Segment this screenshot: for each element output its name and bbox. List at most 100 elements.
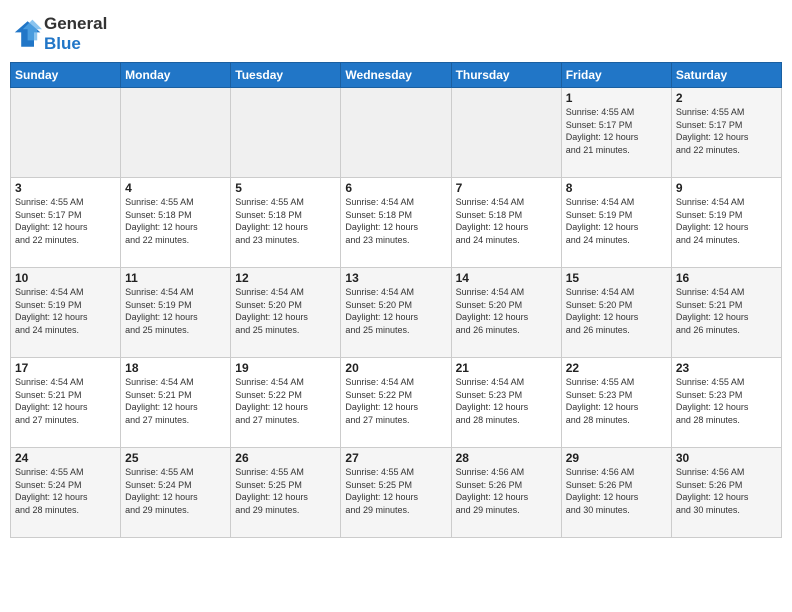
calendar-week-5: 24Sunrise: 4:55 AM Sunset: 5:24 PM Dayli… bbox=[11, 448, 782, 538]
day-info: Sunrise: 4:56 AM Sunset: 5:26 PM Dayligh… bbox=[676, 466, 777, 516]
day-number: 12 bbox=[235, 271, 336, 285]
day-number: 26 bbox=[235, 451, 336, 465]
calendar-cell bbox=[121, 88, 231, 178]
day-info: Sunrise: 4:55 AM Sunset: 5:25 PM Dayligh… bbox=[235, 466, 336, 516]
calendar-cell: 1Sunrise: 4:55 AM Sunset: 5:17 PM Daylig… bbox=[561, 88, 671, 178]
calendar-cell: 30Sunrise: 4:56 AM Sunset: 5:26 PM Dayli… bbox=[671, 448, 781, 538]
calendar-cell: 13Sunrise: 4:54 AM Sunset: 5:20 PM Dayli… bbox=[341, 268, 451, 358]
calendar-cell: 3Sunrise: 4:55 AM Sunset: 5:17 PM Daylig… bbox=[11, 178, 121, 268]
day-info: Sunrise: 4:54 AM Sunset: 5:21 PM Dayligh… bbox=[125, 376, 226, 426]
day-info: Sunrise: 4:55 AM Sunset: 5:23 PM Dayligh… bbox=[676, 376, 777, 426]
day-number: 8 bbox=[566, 181, 667, 195]
weekday-header-row: SundayMondayTuesdayWednesdayThursdayFrid… bbox=[11, 63, 782, 88]
calendar-cell: 17Sunrise: 4:54 AM Sunset: 5:21 PM Dayli… bbox=[11, 358, 121, 448]
weekday-monday: Monday bbox=[121, 63, 231, 88]
calendar-cell: 29Sunrise: 4:56 AM Sunset: 5:26 PM Dayli… bbox=[561, 448, 671, 538]
day-number: 6 bbox=[345, 181, 446, 195]
calendar-cell: 21Sunrise: 4:54 AM Sunset: 5:23 PM Dayli… bbox=[451, 358, 561, 448]
day-number: 1 bbox=[566, 91, 667, 105]
day-info: Sunrise: 4:54 AM Sunset: 5:20 PM Dayligh… bbox=[566, 286, 667, 336]
day-number: 16 bbox=[676, 271, 777, 285]
day-info: Sunrise: 4:55 AM Sunset: 5:17 PM Dayligh… bbox=[676, 106, 777, 156]
calendar-cell: 20Sunrise: 4:54 AM Sunset: 5:22 PM Dayli… bbox=[341, 358, 451, 448]
calendar-cell: 14Sunrise: 4:54 AM Sunset: 5:20 PM Dayli… bbox=[451, 268, 561, 358]
calendar-cell bbox=[231, 88, 341, 178]
weekday-sunday: Sunday bbox=[11, 63, 121, 88]
day-info: Sunrise: 4:56 AM Sunset: 5:26 PM Dayligh… bbox=[456, 466, 557, 516]
day-info: Sunrise: 4:55 AM Sunset: 5:17 PM Dayligh… bbox=[566, 106, 667, 156]
calendar-cell: 4Sunrise: 4:55 AM Sunset: 5:18 PM Daylig… bbox=[121, 178, 231, 268]
day-info: Sunrise: 4:55 AM Sunset: 5:18 PM Dayligh… bbox=[125, 196, 226, 246]
calendar-week-1: 1Sunrise: 4:55 AM Sunset: 5:17 PM Daylig… bbox=[11, 88, 782, 178]
day-number: 3 bbox=[15, 181, 116, 195]
calendar-cell: 23Sunrise: 4:55 AM Sunset: 5:23 PM Dayli… bbox=[671, 358, 781, 448]
calendar-cell: 15Sunrise: 4:54 AM Sunset: 5:20 PM Dayli… bbox=[561, 268, 671, 358]
calendar-cell: 2Sunrise: 4:55 AM Sunset: 5:17 PM Daylig… bbox=[671, 88, 781, 178]
page-header: General Blue bbox=[10, 10, 782, 54]
calendar-cell: 10Sunrise: 4:54 AM Sunset: 5:19 PM Dayli… bbox=[11, 268, 121, 358]
day-number: 20 bbox=[345, 361, 446, 375]
calendar-cell: 8Sunrise: 4:54 AM Sunset: 5:19 PM Daylig… bbox=[561, 178, 671, 268]
calendar-week-2: 3Sunrise: 4:55 AM Sunset: 5:17 PM Daylig… bbox=[11, 178, 782, 268]
calendar-cell: 5Sunrise: 4:55 AM Sunset: 5:18 PM Daylig… bbox=[231, 178, 341, 268]
day-number: 27 bbox=[345, 451, 446, 465]
day-info: Sunrise: 4:54 AM Sunset: 5:22 PM Dayligh… bbox=[345, 376, 446, 426]
day-info: Sunrise: 4:55 AM Sunset: 5:24 PM Dayligh… bbox=[125, 466, 226, 516]
day-number: 19 bbox=[235, 361, 336, 375]
day-number: 23 bbox=[676, 361, 777, 375]
day-info: Sunrise: 4:54 AM Sunset: 5:20 PM Dayligh… bbox=[345, 286, 446, 336]
day-number: 11 bbox=[125, 271, 226, 285]
day-info: Sunrise: 4:55 AM Sunset: 5:23 PM Dayligh… bbox=[566, 376, 667, 426]
day-info: Sunrise: 4:54 AM Sunset: 5:21 PM Dayligh… bbox=[15, 376, 116, 426]
day-info: Sunrise: 4:54 AM Sunset: 5:22 PM Dayligh… bbox=[235, 376, 336, 426]
weekday-tuesday: Tuesday bbox=[231, 63, 341, 88]
calendar-cell: 28Sunrise: 4:56 AM Sunset: 5:26 PM Dayli… bbox=[451, 448, 561, 538]
day-number: 21 bbox=[456, 361, 557, 375]
weekday-friday: Friday bbox=[561, 63, 671, 88]
day-number: 24 bbox=[15, 451, 116, 465]
calendar-cell: 6Sunrise: 4:54 AM Sunset: 5:18 PM Daylig… bbox=[341, 178, 451, 268]
day-number: 10 bbox=[15, 271, 116, 285]
calendar-table: SundayMondayTuesdayWednesdayThursdayFrid… bbox=[10, 62, 782, 538]
calendar-cell bbox=[11, 88, 121, 178]
calendar-week-4: 17Sunrise: 4:54 AM Sunset: 5:21 PM Dayli… bbox=[11, 358, 782, 448]
calendar-cell: 12Sunrise: 4:54 AM Sunset: 5:20 PM Dayli… bbox=[231, 268, 341, 358]
calendar-cell: 18Sunrise: 4:54 AM Sunset: 5:21 PM Dayli… bbox=[121, 358, 231, 448]
day-info: Sunrise: 4:55 AM Sunset: 5:24 PM Dayligh… bbox=[15, 466, 116, 516]
day-number: 29 bbox=[566, 451, 667, 465]
day-info: Sunrise: 4:55 AM Sunset: 5:18 PM Dayligh… bbox=[235, 196, 336, 246]
logo-icon bbox=[10, 18, 42, 50]
day-info: Sunrise: 4:54 AM Sunset: 5:20 PM Dayligh… bbox=[235, 286, 336, 336]
weekday-thursday: Thursday bbox=[451, 63, 561, 88]
day-info: Sunrise: 4:54 AM Sunset: 5:19 PM Dayligh… bbox=[676, 196, 777, 246]
day-number: 5 bbox=[235, 181, 336, 195]
calendar-cell: 26Sunrise: 4:55 AM Sunset: 5:25 PM Dayli… bbox=[231, 448, 341, 538]
calendar-cell: 25Sunrise: 4:55 AM Sunset: 5:24 PM Dayli… bbox=[121, 448, 231, 538]
day-number: 13 bbox=[345, 271, 446, 285]
day-info: Sunrise: 4:54 AM Sunset: 5:18 PM Dayligh… bbox=[345, 196, 446, 246]
day-number: 2 bbox=[676, 91, 777, 105]
day-number: 14 bbox=[456, 271, 557, 285]
calendar-cell: 27Sunrise: 4:55 AM Sunset: 5:25 PM Dayli… bbox=[341, 448, 451, 538]
calendar-cell: 7Sunrise: 4:54 AM Sunset: 5:18 PM Daylig… bbox=[451, 178, 561, 268]
day-number: 4 bbox=[125, 181, 226, 195]
day-number: 17 bbox=[15, 361, 116, 375]
calendar-cell: 19Sunrise: 4:54 AM Sunset: 5:22 PM Dayli… bbox=[231, 358, 341, 448]
day-info: Sunrise: 4:54 AM Sunset: 5:18 PM Dayligh… bbox=[456, 196, 557, 246]
day-info: Sunrise: 4:54 AM Sunset: 5:23 PM Dayligh… bbox=[456, 376, 557, 426]
day-info: Sunrise: 4:54 AM Sunset: 5:19 PM Dayligh… bbox=[15, 286, 116, 336]
calendar-cell: 11Sunrise: 4:54 AM Sunset: 5:19 PM Dayli… bbox=[121, 268, 231, 358]
calendar-week-3: 10Sunrise: 4:54 AM Sunset: 5:19 PM Dayli… bbox=[11, 268, 782, 358]
calendar-cell bbox=[451, 88, 561, 178]
day-info: Sunrise: 4:54 AM Sunset: 5:19 PM Dayligh… bbox=[566, 196, 667, 246]
day-number: 28 bbox=[456, 451, 557, 465]
day-info: Sunrise: 4:56 AM Sunset: 5:26 PM Dayligh… bbox=[566, 466, 667, 516]
calendar-cell bbox=[341, 88, 451, 178]
day-number: 9 bbox=[676, 181, 777, 195]
day-number: 30 bbox=[676, 451, 777, 465]
calendar-cell: 22Sunrise: 4:55 AM Sunset: 5:23 PM Dayli… bbox=[561, 358, 671, 448]
day-info: Sunrise: 4:54 AM Sunset: 5:21 PM Dayligh… bbox=[676, 286, 777, 336]
calendar-cell: 9Sunrise: 4:54 AM Sunset: 5:19 PM Daylig… bbox=[671, 178, 781, 268]
day-number: 18 bbox=[125, 361, 226, 375]
day-number: 7 bbox=[456, 181, 557, 195]
